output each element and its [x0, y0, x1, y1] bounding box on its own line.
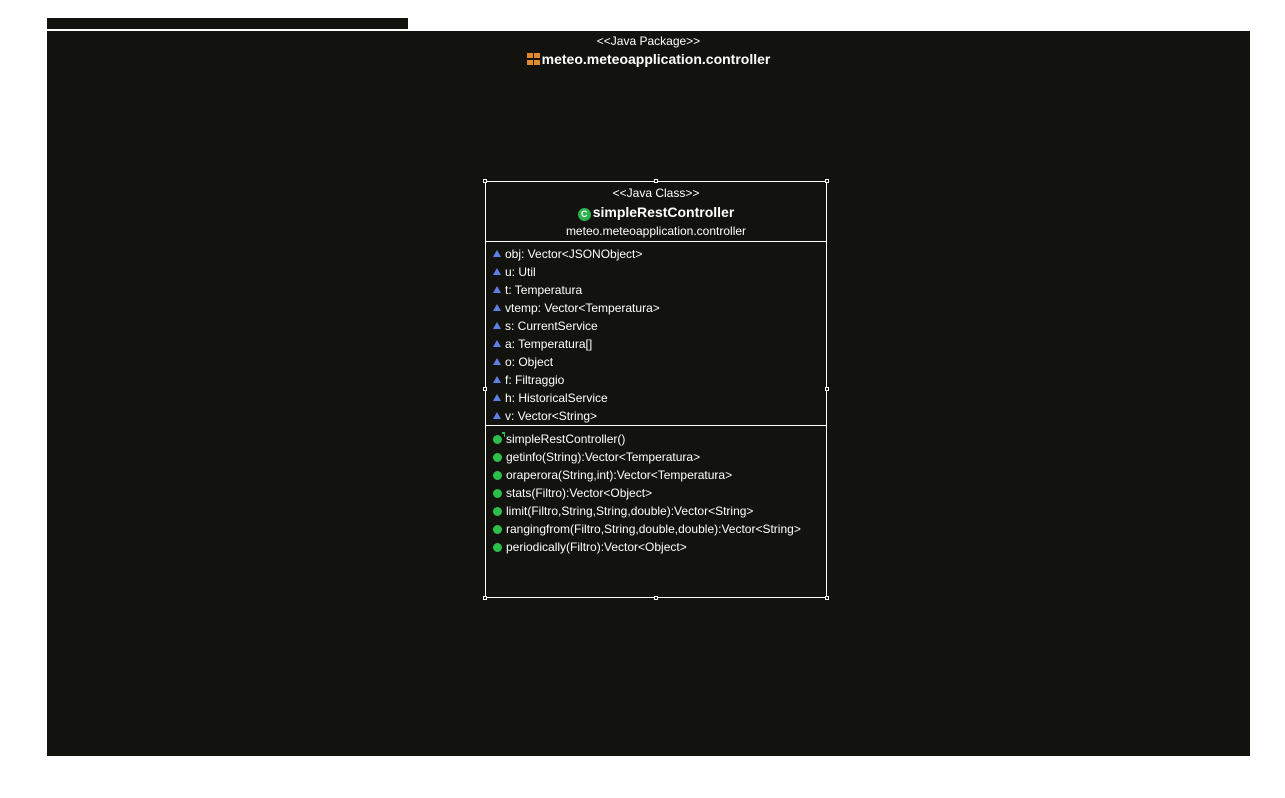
package-visibility-triangle-icon: [493, 304, 501, 311]
attribute-row[interactable]: s: CurrentService: [486, 317, 826, 335]
operation-row[interactable]: getinfo(String):Vector<Temperatura>: [486, 448, 826, 466]
resize-handle-top-center[interactable]: [654, 179, 658, 183]
operations-compartment: simpleRestController() getinfo(String):V…: [486, 426, 826, 556]
attribute-row[interactable]: v: Vector<String>: [486, 407, 826, 425]
operation-row[interactable]: rangingfrom(Filtro,String,double,double)…: [486, 520, 826, 538]
diagram-tab[interactable]: [47, 18, 408, 30]
class-box[interactable]: <<Java Class>> CsimpleRestController met…: [483, 179, 829, 600]
public-method-icon: [493, 525, 502, 534]
attribute-row[interactable]: u: Util: [486, 263, 826, 281]
attribute-row[interactable]: f: Filtraggio: [486, 371, 826, 389]
class-icon: C: [577, 208, 591, 221]
package-icon: [526, 53, 540, 65]
public-method-icon: [493, 489, 502, 498]
resize-handle-bottom-left[interactable]: [483, 596, 487, 600]
class-name: simpleRestController: [592, 204, 735, 220]
resize-handle-middle-right[interactable]: [825, 387, 829, 391]
attribute-row[interactable]: h: HistoricalService: [486, 389, 826, 407]
public-method-icon: [493, 543, 502, 552]
package-name: meteo.meteoapplication.controller: [541, 51, 771, 67]
operation-row[interactable]: oraperora(String,int):Vector<Temperatura…: [486, 466, 826, 484]
public-method-icon: [493, 453, 502, 462]
attributes-compartment: obj: Vector<JSONObject> u: Util t: Tempe…: [486, 242, 826, 426]
package-visibility-triangle-icon: [493, 250, 501, 257]
operation-row[interactable]: periodically(Filtro):Vector<Object>: [486, 538, 826, 556]
package-stereotype: <<Java Package>>: [596, 34, 701, 48]
constructor-icon: [493, 432, 505, 444]
class-package: meteo.meteoapplication.controller: [565, 224, 747, 238]
class-title: CsimpleRestController: [486, 204, 826, 221]
attribute-row[interactable]: o: Object: [486, 353, 826, 371]
attribute-row[interactable]: a: Temperatura[]: [486, 335, 826, 353]
package-visibility-triangle-icon: [493, 322, 501, 329]
public-method-icon: [493, 471, 502, 480]
package-visibility-triangle-icon: [493, 376, 501, 383]
attribute-row[interactable]: t: Temperatura: [486, 281, 826, 299]
resize-handle-top-left[interactable]: [483, 179, 487, 183]
resize-handle-middle-left[interactable]: [483, 387, 487, 391]
resize-handle-top-right[interactable]: [825, 179, 829, 183]
resize-handle-bottom-center[interactable]: [654, 596, 658, 600]
package-visibility-triangle-icon: [493, 340, 501, 347]
package-visibility-triangle-icon: [493, 412, 501, 419]
attribute-row[interactable]: vtemp: Vector<Temperatura>: [486, 299, 826, 317]
class-header: <<Java Class>> CsimpleRestController met…: [486, 182, 826, 242]
operation-row[interactable]: simpleRestController(): [486, 430, 826, 448]
operation-row[interactable]: limit(Filtro,String,String,double):Vecto…: [486, 502, 826, 520]
package-title: meteo.meteoapplication.controller: [47, 51, 1250, 67]
package-visibility-triangle-icon: [493, 268, 501, 275]
attribute-row[interactable]: obj: Vector<JSONObject>: [486, 245, 826, 263]
resize-handle-bottom-right[interactable]: [825, 596, 829, 600]
package-visibility-triangle-icon: [493, 358, 501, 365]
public-method-icon: [493, 507, 502, 516]
operation-row[interactable]: stats(Filtro):Vector<Object>: [486, 484, 826, 502]
package-visibility-triangle-icon: [493, 286, 501, 293]
package-visibility-triangle-icon: [493, 394, 501, 401]
class-stereotype: <<Java Class>>: [612, 186, 700, 200]
